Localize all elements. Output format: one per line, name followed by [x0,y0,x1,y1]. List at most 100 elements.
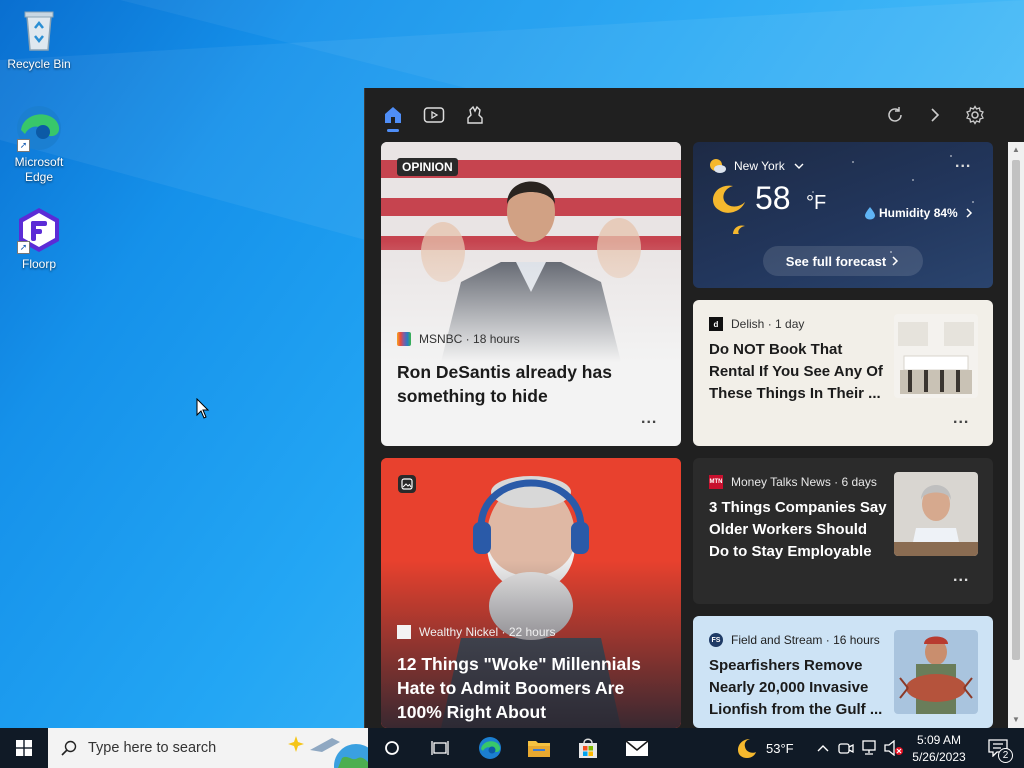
taskbar-file-explorer-button[interactable] [515,728,563,768]
more-options-button[interactable]: ... [953,410,969,428]
article-source: d Delish · 1 day [709,317,804,331]
chevron-right-icon [892,256,899,266]
taskbar-weather-temp: 53°F [766,740,794,756]
start-button[interactable] [0,728,48,768]
scroll-down-icon[interactable]: ▼ [1008,712,1024,728]
desktop-icon-floorp[interactable]: ➚ Floorp [1,206,77,272]
crescent-moon-icon [738,739,756,758]
taskbar-edge-button[interactable] [466,728,514,768]
msnbc-logo-icon [397,332,411,346]
humidity-label: Humidity [879,206,931,220]
news-card-field-and-stream[interactable]: FS Field and Stream · 16 hours Spearfish… [693,616,993,728]
scroll-up-icon[interactable]: ▲ [1008,142,1024,158]
video-icon [423,107,445,123]
weather-more-button[interactable]: ... [955,154,971,172]
more-options-button[interactable]: ... [641,410,657,428]
tab-gaming[interactable] [462,102,488,128]
gear-icon [966,105,984,125]
weather-location-button[interactable]: New York [734,159,805,173]
search-highlight-illustration [288,736,368,768]
article-thumbnail [894,314,978,398]
task-view-icon [431,741,449,755]
desktop-icon-label: Microsoft Edge [14,155,64,184]
edge-icon: ➚ [15,104,63,152]
refresh-button[interactable] [882,102,908,128]
news-card-delish[interactable]: d Delish · 1 day Do NOT Book That Rental… [693,300,993,446]
article-source: Wealthy Nickel · 22 hours [397,625,556,639]
taskbar-search-box[interactable]: Type here to search [48,728,368,768]
cortana-button[interactable] [368,728,416,768]
article-age: 6 days [841,475,877,489]
recycle-bin-icon [15,6,63,54]
meet-now-icon [838,743,854,754]
taskbar-store-button[interactable] [564,728,612,768]
news-card-hero[interactable]: OPINION MSNBC · 18 hours Ron DeSantis al… [381,142,681,446]
taskbar: Type here to search 53°F 5:09 AM 5/26/20… [0,728,1024,768]
source-name: Field and Stream [731,633,823,647]
dot-separator: · [822,633,834,647]
shortcut-arrow-icon: ➚ [17,139,30,152]
article-source: MSNBC · 18 hours [397,332,520,346]
news-card-money-talks[interactable]: MTN Money Talks News · 6 days 3 Things C… [693,458,993,604]
kitchen-photo [894,314,978,398]
home-icon [385,107,401,123]
article-thumbnail [894,630,978,714]
task-view-button[interactable] [416,728,464,768]
floorp-icon: ➚ [15,206,63,254]
droplet-icon [865,207,875,220]
volume-button[interactable] [883,728,905,768]
article-title[interactable]: Do NOT Book That Rental If You See Any O… [709,339,889,405]
mail-icon [625,740,649,756]
cortana-icon [385,741,399,755]
taskbar-mail-button[interactable] [613,728,661,768]
news-weather-widget-button[interactable]: 53°F [736,728,806,768]
network-button[interactable] [860,728,880,768]
desktop-icon-label: Floorp [21,257,56,271]
clock-button[interactable]: 5:09 AM 5/26/2023 [906,728,972,768]
tab-video[interactable] [421,102,447,128]
chevron-right-icon [931,108,940,122]
humidity-button[interactable]: Humidity 84% [864,206,974,220]
delish-logo-icon: d [709,317,723,331]
volume-muted-icon [884,740,903,756]
shortcut-arrow-icon: ➚ [17,241,30,254]
opinion-badge: OPINION [397,158,458,176]
humidity-value: 84% [933,206,958,220]
article-title[interactable]: 12 Things "Woke" Millennials Hate to Adm… [397,652,669,724]
source-name: Delish [731,317,765,331]
temperature-unit: °F [806,192,827,214]
crescent-moon-icon [733,225,745,234]
search-icon [61,740,77,756]
dot-separator: · [764,317,776,331]
store-icon [579,738,597,758]
article-title[interactable]: Ron DeSantis already has something to hi… [397,360,665,408]
action-center-button[interactable]: 2 [978,728,1018,768]
tab-home[interactable] [380,102,406,132]
desktop-icon-microsoft-edge[interactable]: ➚ Microsoft Edge [1,104,77,185]
chevron-down-icon [794,163,804,169]
article-title[interactable]: Spearfishers Remove Nearly 20,000 Invasi… [709,655,889,721]
article-title[interactable]: 3 Things Companies Say Older Workers Sho… [709,497,889,563]
article-thumbnail [894,472,978,556]
edge-icon [479,737,501,759]
clock-date: 5/26/2023 [912,749,966,764]
scrollbar-thumb[interactable] [1012,160,1020,660]
settings-button[interactable] [962,102,988,128]
network-icon [862,740,876,755]
article-age: 22 hours [508,625,556,639]
see-full-forecast-button[interactable]: See full forecast [763,246,923,276]
meet-now-button[interactable] [836,728,856,768]
lionfish-photo [894,630,978,714]
weather-card[interactable]: New York ... 58 °F Humidity 84% See full… [693,142,993,288]
next-button[interactable] [922,102,948,128]
news-card-boomers[interactable]: Wealthy Nickel · 22 hours 12 Things "Wok… [381,458,681,728]
search-placeholder: Type here to search [88,740,217,756]
desktop-icon-recycle-bin[interactable]: Recycle Bin [1,6,77,72]
panel-scrollbar[interactable]: ▲ ▼ [1008,142,1024,728]
more-options-button[interactable]: ... [953,568,969,586]
dot-separator: · [830,475,842,489]
money-talks-news-logo-icon: MTN [709,475,723,489]
show-hidden-icons-button[interactable] [813,728,833,768]
refresh-icon [888,107,902,122]
chevron-up-icon [817,745,829,752]
